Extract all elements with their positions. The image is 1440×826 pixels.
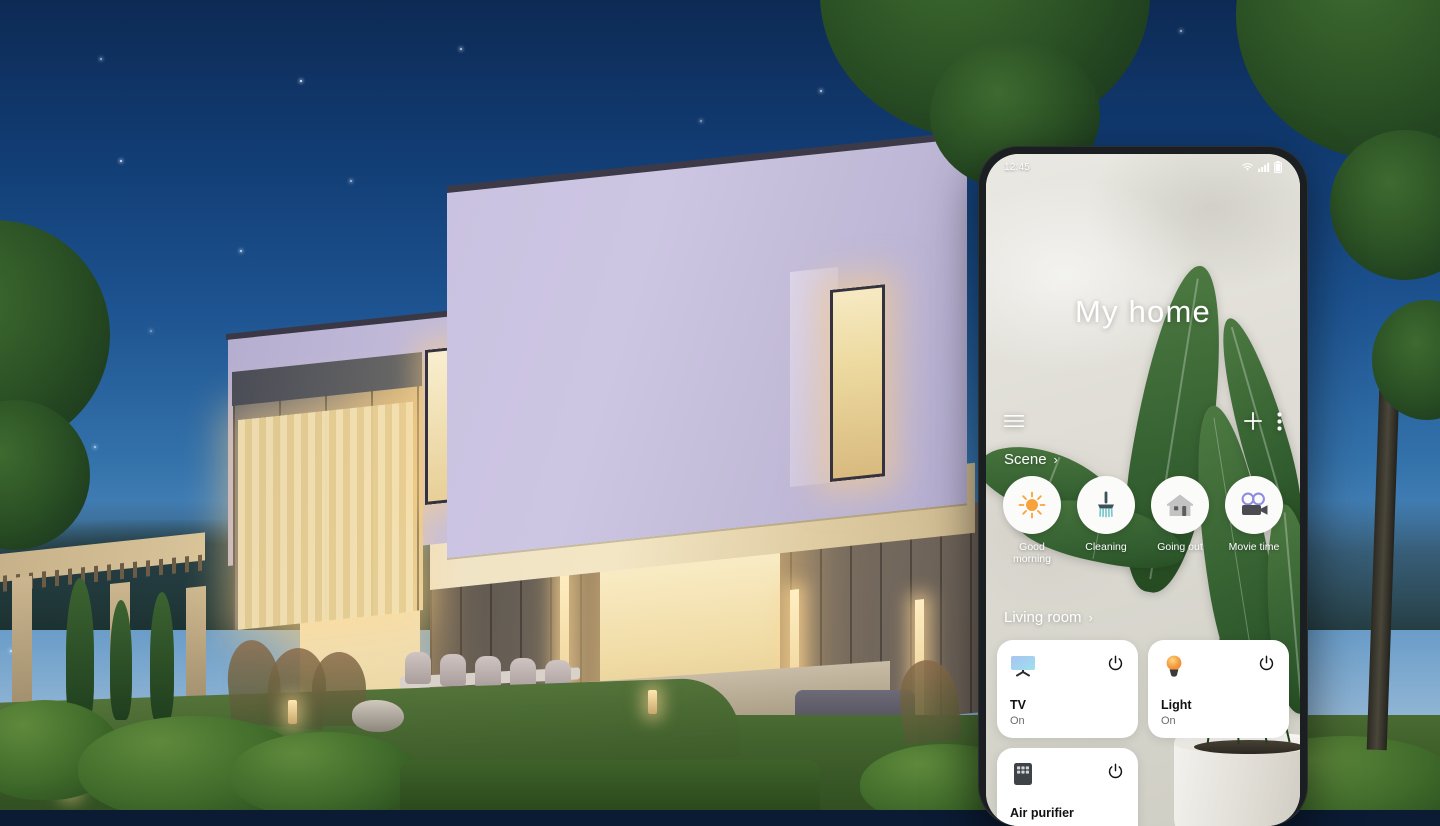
device-card-light[interactable]: Light On	[1148, 640, 1289, 738]
path-light	[288, 700, 297, 724]
upper-window	[830, 284, 885, 482]
page-title: My home	[986, 294, 1300, 330]
battery-icon	[1274, 161, 1282, 173]
hedge	[400, 760, 820, 810]
app-toolbar	[986, 404, 1300, 438]
status-time: 12:45	[1004, 162, 1030, 173]
power-icon	[1258, 655, 1275, 672]
dining-chair	[440, 654, 466, 686]
scene-section-title: Scene	[1004, 451, 1047, 468]
scene-label: Going out	[1157, 541, 1203, 553]
upper-main-volume	[447, 133, 967, 558]
more-options-icon[interactable]	[1277, 412, 1282, 431]
status-icons	[1241, 161, 1282, 173]
cypress-tree	[150, 592, 174, 724]
scene-icon-wrap	[1077, 476, 1135, 534]
phone-device: 12:45 M	[978, 146, 1308, 826]
broom-icon	[1092, 490, 1120, 520]
power-toggle-light[interactable]	[1254, 651, 1278, 675]
scene-item-going-out[interactable]: Going out	[1144, 476, 1216, 565]
scene-item-cleaning[interactable]: Cleaning	[1070, 476, 1142, 565]
wifi-icon	[1241, 162, 1254, 172]
dining-chair	[405, 652, 431, 684]
sun-icon	[1017, 490, 1047, 520]
device-state: On	[1161, 715, 1276, 727]
device-state: On	[1010, 715, 1125, 727]
scene-item-movie-time[interactable]: Movie time	[1218, 476, 1290, 565]
scene-label: Good morning	[1013, 541, 1051, 565]
tv-icon	[1010, 653, 1036, 679]
scene-list: Good morning	[996, 476, 1290, 565]
scene-section-header[interactable]: Scene ›	[1004, 451, 1058, 468]
phone-screen[interactable]: 12:45 M	[986, 154, 1300, 826]
power-icon	[1107, 763, 1124, 780]
house-icon	[1165, 491, 1195, 519]
scene-icon-wrap	[1003, 476, 1061, 534]
device-name: Light	[1161, 698, 1276, 712]
star	[1180, 30, 1182, 32]
device-name: TV	[1010, 698, 1125, 712]
shrub	[230, 732, 420, 810]
scene-icon-wrap	[1225, 476, 1283, 534]
hamburger-menu-icon[interactable]	[1004, 414, 1024, 428]
chevron-right-icon: ›	[1054, 452, 1058, 467]
cypress-tree	[110, 600, 132, 720]
scene-label: Movie time	[1229, 541, 1280, 553]
device-card-tv[interactable]: TV On	[997, 640, 1138, 738]
device-card-grid: TV On Light O	[997, 640, 1289, 826]
interior-curtains	[238, 402, 413, 630]
scene-label-line1: Good	[1013, 541, 1051, 553]
chevron-right-icon: ›	[1089, 610, 1093, 625]
power-toggle-tv[interactable]	[1103, 651, 1127, 675]
power-toggle-air-purifier[interactable]	[1103, 759, 1127, 783]
movie-camera-icon	[1238, 492, 1270, 518]
scene-label-line2: morning	[1013, 553, 1051, 565]
dining-chair	[475, 656, 501, 688]
device-name: Air purifier	[1010, 806, 1125, 820]
scene-item-good-morning[interactable]: Good morning	[996, 476, 1068, 565]
living-room-section-title: Living room	[1004, 609, 1082, 626]
power-icon	[1107, 655, 1124, 672]
lightbulb-icon	[1161, 653, 1187, 679]
air-purifier-icon	[1010, 761, 1036, 787]
scene-label: Cleaning	[1085, 541, 1126, 553]
status-bar: 12:45	[986, 154, 1300, 180]
add-device-icon[interactable]	[1243, 411, 1263, 431]
garden-rock	[352, 700, 404, 732]
toolbar-right-group	[1243, 411, 1282, 431]
scene-icon-wrap	[1151, 476, 1209, 534]
signal-icon	[1258, 162, 1270, 172]
device-card-air-purifier[interactable]: Air purifier	[997, 748, 1138, 826]
living-room-section-header[interactable]: Living room ›	[1004, 609, 1093, 626]
path-light	[648, 690, 657, 714]
